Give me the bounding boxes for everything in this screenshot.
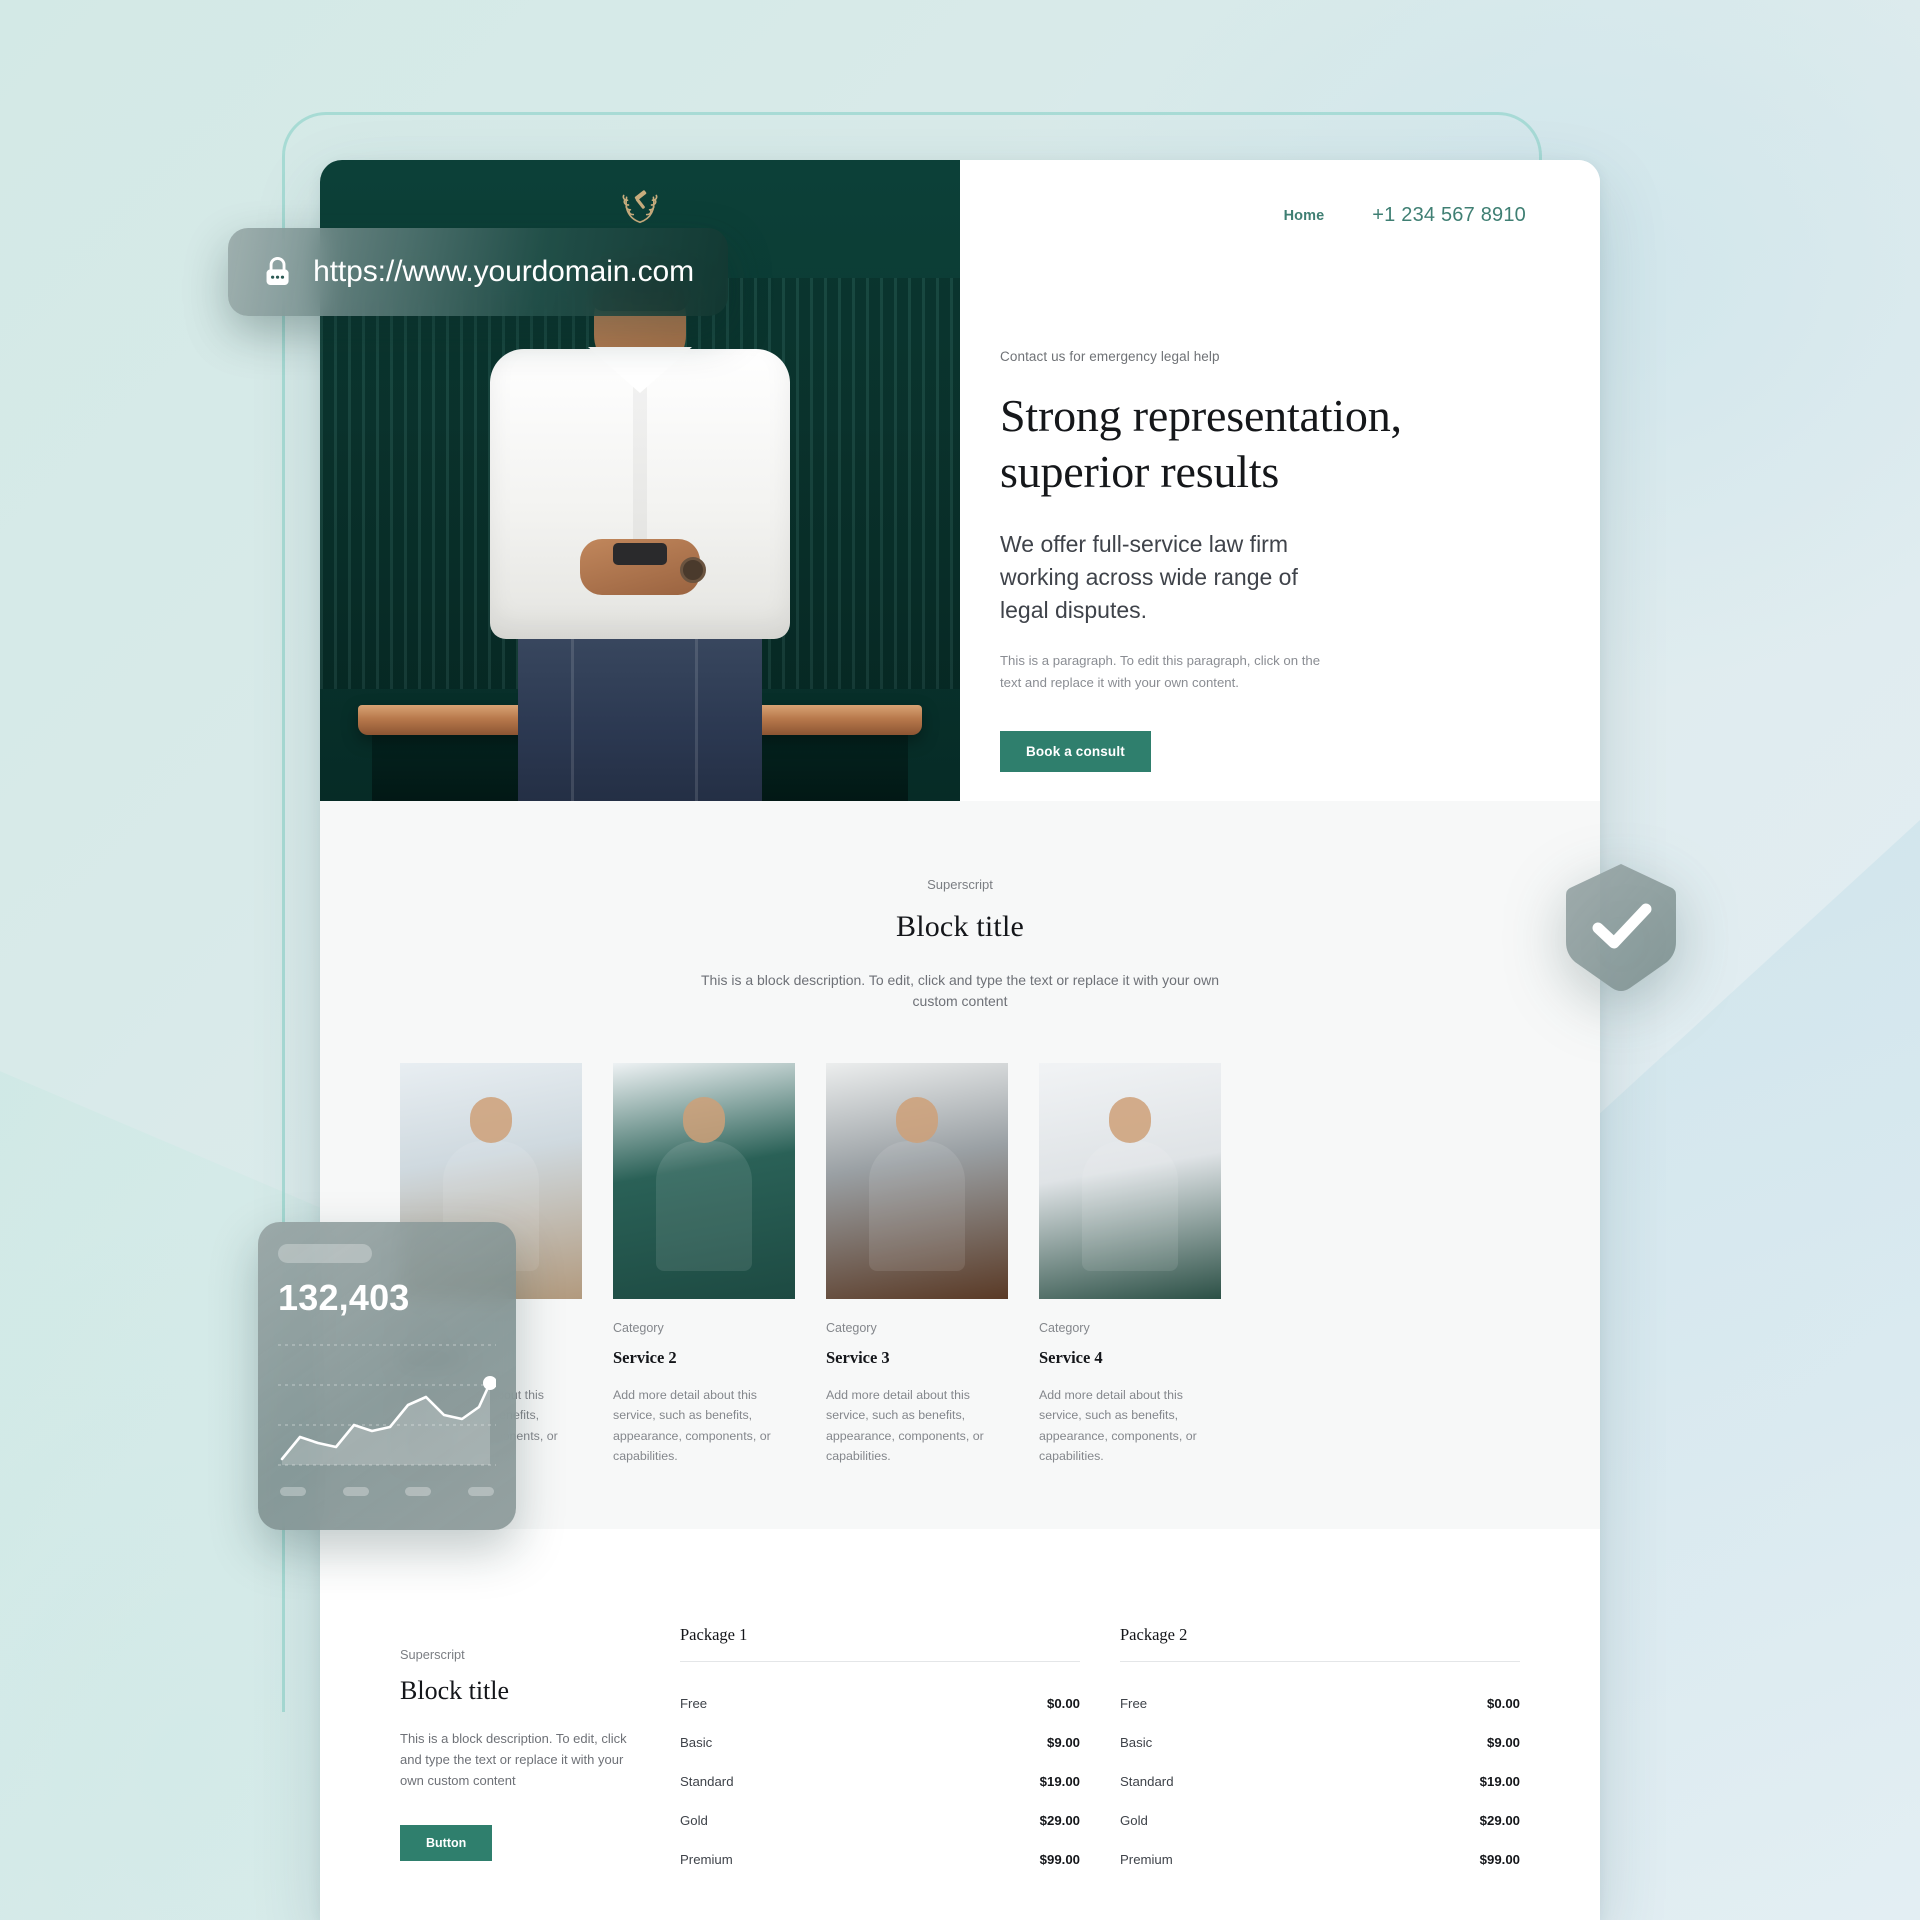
pricing-block-description: This is a block description. To edit, cl… <box>400 1730 627 1788</box>
package-row-label: Free <box>1120 1695 1148 1711</box>
service-photo-head <box>683 1096 725 1143</box>
package-row-price: $99.00 <box>1039 1851 1080 1867</box>
package-row: Premium $99.00 <box>1120 1852 1520 1867</box>
analytics-line-chart-icon <box>278 1337 497 1473</box>
trouser-crease-left <box>571 623 574 801</box>
analytics-metric-value: 132,403 <box>278 1277 410 1318</box>
package-row-price: $99.00 <box>1479 1851 1520 1867</box>
service-photo-head <box>470 1096 512 1143</box>
package-row: Premium $99.00 <box>680 1852 1080 1867</box>
package-row-price: $29.00 <box>1479 1812 1520 1828</box>
nav-item-home[interactable]: Home <box>1284 208 1325 224</box>
package-row-label: Premium <box>680 1851 733 1867</box>
browser-window: Home +1 234 567 8910 Contact us for emer… <box>320 160 1600 1920</box>
analytics-axis-ticks <box>278 1487 496 1496</box>
service-card-body: Add more detail about this service, such… <box>613 1387 771 1464</box>
service-photo-head <box>896 1096 938 1143</box>
person-trousers <box>518 617 762 801</box>
laurel-wreath-gavel-logo-icon <box>622 190 658 224</box>
package-row: Free $0.00 <box>1120 1696 1520 1711</box>
hero-copy: Home +1 234 567 8910 Contact us for emer… <box>960 160 1600 801</box>
shield-check-icon <box>1566 864 1676 991</box>
lock-icon <box>266 256 289 285</box>
package-row: Gold $29.00 <box>1120 1813 1520 1828</box>
pricing-intro: Superscript Block title This is a block … <box>400 1625 640 1891</box>
package-row-price: $19.00 <box>1479 1773 1520 1789</box>
service-card[interactable]: Category Service 3 Add more detail about… <box>826 1062 1008 1467</box>
package-row: Basic $9.00 <box>680 1735 1080 1750</box>
trouser-crease-right <box>695 623 698 801</box>
service-card-image <box>826 1062 1008 1299</box>
analytics-overlay-card[interactable]: 132,403 <box>258 1222 516 1530</box>
nav-phone-number[interactable]: +1 234 567 8910 <box>1372 204 1526 227</box>
package-row: Standard $19.00 <box>1120 1774 1520 1789</box>
pricing-block-title: Block title <box>400 1675 510 1705</box>
package-row-label: Basic <box>680 1734 713 1750</box>
package-row-label: Premium <box>1120 1851 1173 1867</box>
hero-paragraph: This is a paragraph. To edit this paragr… <box>1000 653 1321 690</box>
package-row-label: Gold <box>1120 1812 1148 1828</box>
service-card-title: Service 4 <box>1039 1347 1103 1367</box>
hero-heading-line-2: superior results <box>1000 446 1280 498</box>
url-text: https://www.yourdomain.com <box>313 255 694 288</box>
service-card-image <box>613 1062 795 1299</box>
pricing-button[interactable]: Button <box>400 1825 493 1862</box>
package-row: Gold $29.00 <box>680 1813 1080 1828</box>
package-row-price: $29.00 <box>1039 1812 1080 1828</box>
service-photo-head <box>1109 1096 1151 1143</box>
package-row-label: Standard <box>1120 1773 1174 1789</box>
package-row: Free $0.00 <box>680 1696 1080 1711</box>
service-card[interactable]: Category Service 2 Add more detail about… <box>613 1062 795 1467</box>
hero-subheading: We offer full-service law firm working a… <box>1000 531 1298 623</box>
service-card-category: Category <box>1039 1320 1090 1335</box>
service-card[interactable]: Category Service 4 Add more detail about… <box>1039 1062 1221 1467</box>
pricing-section: Superscript Block title This is a block … <box>320 1528 1600 1920</box>
service-card-body: Add more detail about this service, such… <box>1039 1387 1197 1464</box>
package-row-label: Free <box>680 1695 708 1711</box>
service-photo-figure <box>869 1140 965 1271</box>
package-row: Standard $19.00 <box>680 1774 1080 1789</box>
services-block-title: Block title <box>895 910 1024 943</box>
service-photo-figure <box>1082 1140 1178 1271</box>
services-block-description: This is a block description. To edit, cl… <box>701 972 1219 1010</box>
line-chart-svg <box>278 1344 497 1466</box>
service-card-title: Service 3 <box>826 1347 890 1367</box>
service-photo-figure <box>656 1140 752 1271</box>
service-card-body: Add more detail about this service, such… <box>826 1387 984 1464</box>
package-name: Package 2 <box>1120 1625 1520 1662</box>
package-row-price: $9.00 <box>1046 1734 1080 1750</box>
package-row-label: Standard <box>680 1773 734 1789</box>
hero-person <box>475 267 805 801</box>
book-a-consult-button[interactable]: Book a consult <box>1000 730 1151 772</box>
package-row-price: $0.00 <box>1046 1695 1080 1711</box>
analytics-tick <box>467 1487 494 1496</box>
package-row-price: $9.00 <box>1486 1734 1520 1750</box>
package-row-price: $0.00 <box>1486 1695 1520 1711</box>
hero-heading: Strong representation, superior results <box>1000 388 1542 500</box>
analytics-tick <box>405 1487 432 1496</box>
package-column: Package 2 Free $0.00 Basic $9.00 Standar… <box>1120 1625 1520 1891</box>
analytics-title-placeholder <box>278 1244 372 1263</box>
package-row: Basic $9.00 <box>1120 1735 1520 1750</box>
hero-eyebrow: Contact us for emergency legal help <box>1000 349 1220 364</box>
service-card-image <box>1039 1062 1221 1299</box>
pricing-superscript: Superscript <box>400 1646 465 1662</box>
services-superscript: Superscript <box>927 877 993 892</box>
package-name: Package 1 <box>680 1625 1080 1662</box>
package-row-label: Gold <box>680 1812 708 1828</box>
service-card-category: Category <box>613 1320 664 1335</box>
service-card-title: Service 2 <box>613 1347 677 1367</box>
browser-url-bar[interactable]: https://www.yourdomain.com <box>228 228 728 316</box>
package-row-label: Basic <box>1120 1734 1153 1750</box>
site-navigation: Home +1 234 567 8910 <box>1000 204 1542 227</box>
wristwatch <box>679 557 706 583</box>
hero-heading-line-1: Strong representation, <box>1000 390 1402 441</box>
package-column: Package 1 Free $0.00 Basic $9.00 Standar… <box>680 1625 1080 1891</box>
package-row-price: $19.00 <box>1039 1773 1080 1789</box>
smartphone-icon <box>613 543 667 565</box>
service-card-category: Category <box>826 1320 877 1335</box>
analytics-tick <box>342 1487 369 1496</box>
package-columns: Package 1 Free $0.00 Basic $9.00 Standar… <box>680 1625 1520 1891</box>
analytics-tick <box>280 1487 306 1496</box>
